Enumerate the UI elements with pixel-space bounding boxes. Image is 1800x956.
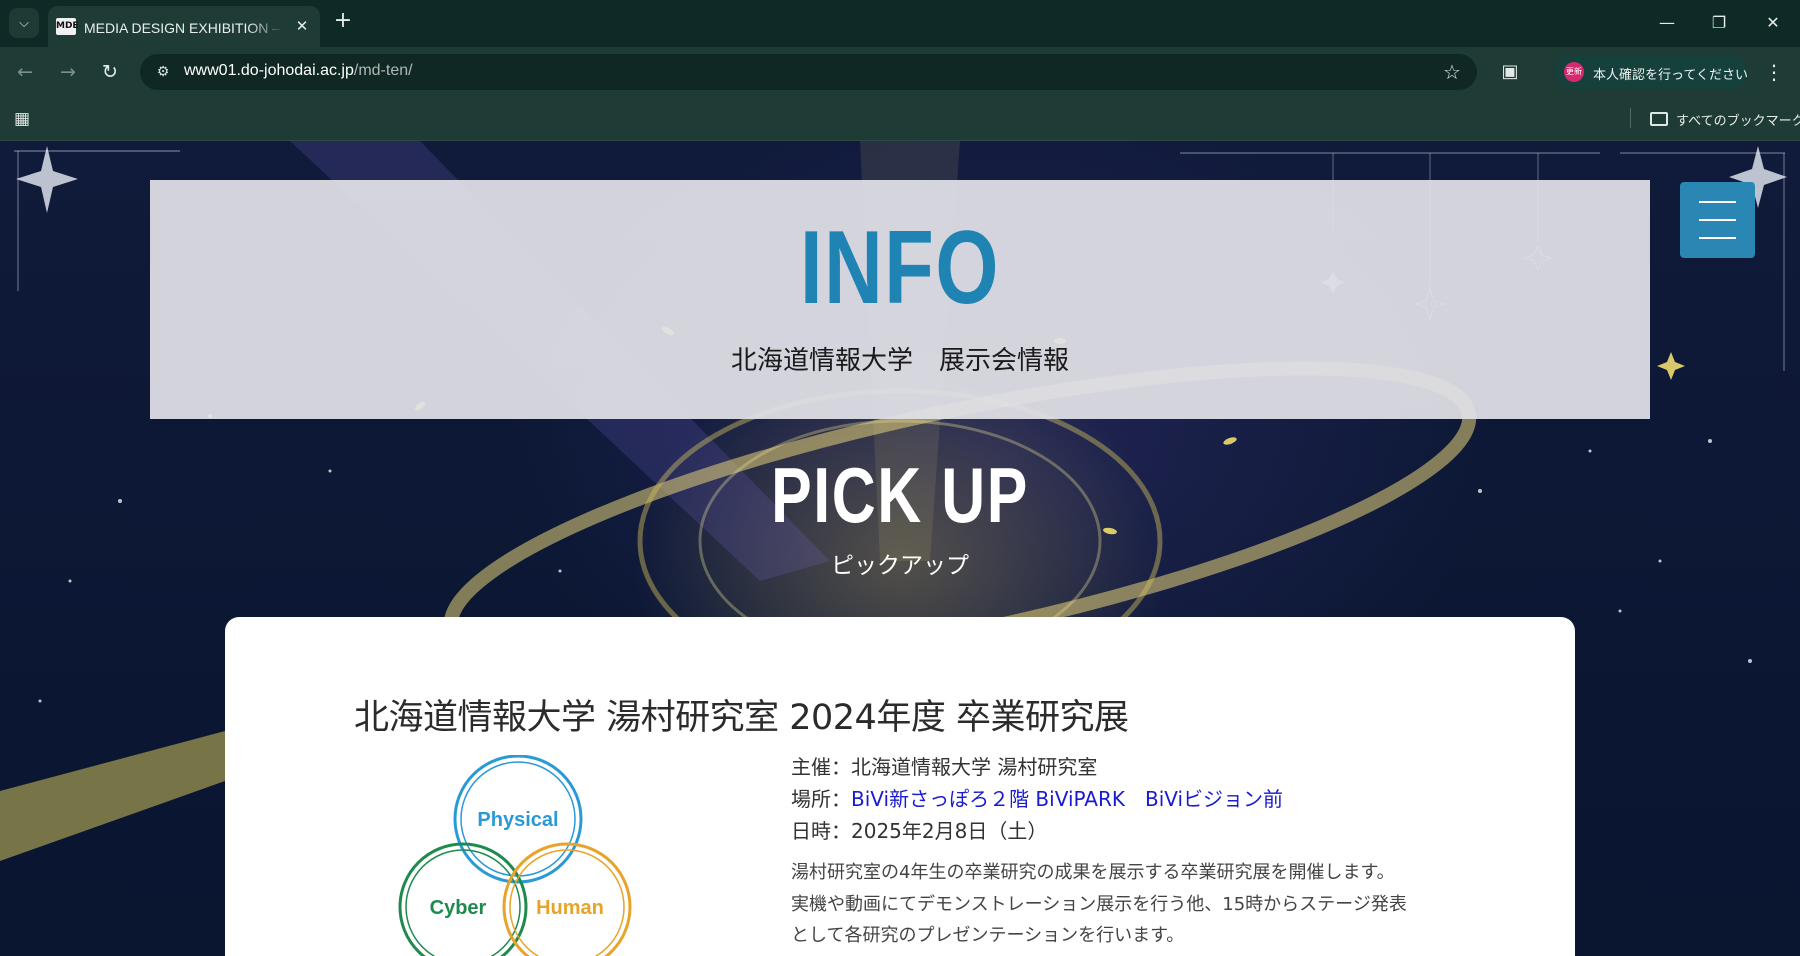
info-subheading: 北海道情報大学 展示会情報 — [730, 346, 1069, 376]
tab-search-button[interactable]: ⌵ — [9, 8, 39, 38]
detail-value: 2025年2月8日（土） — [851, 819, 1048, 843]
tab-strip: ⌵ MDE MEDIA DESIGN EXHIBITION – 北海道情報大学 … — [0, 0, 1800, 47]
url-path: /md-ten/ — [353, 62, 413, 79]
hamburger-menu-icon[interactable] — [1680, 182, 1755, 258]
site-settings-icon[interactable]: ⚙ — [152, 61, 174, 83]
detail-label: 日時： — [791, 819, 851, 843]
restore-icon[interactable]: ❐ — [1696, 8, 1742, 38]
folder-icon — [1650, 112, 1668, 126]
profile-label: 本人確認を行ってください — [1593, 68, 1748, 83]
info-heading: INFO — [799, 210, 1000, 326]
all-bookmarks-button[interactable]: すべてのブックマーク — [1650, 107, 1800, 131]
detail-organizer: 主催：北海道情報大学 湯村研究室 — [791, 751, 1491, 783]
kebab-menu-icon[interactable]: ⋮ — [1762, 58, 1786, 86]
venn-label-physical: Physical — [477, 809, 558, 831]
new-tab-button[interactable]: + — [330, 9, 356, 35]
tab-title: MEDIA DESIGN EXHIBITION – 北海道情報大学 — [84, 20, 284, 36]
window-close-icon[interactable]: ✕ — [1750, 8, 1796, 38]
url-host: www01.do-johodai.ac.jp — [184, 62, 354, 79]
profile-button[interactable]: 更新 本人確認を行ってください — [1555, 55, 1748, 89]
reload-icon[interactable]: ↻ — [95, 57, 125, 87]
venn-diagram-logo: Physical Cyber Human — [398, 755, 632, 956]
event-details: 主催：北海道情報大学 湯村研究室 場所：BiVi新さっぽろ２階 BiViPARK… — [791, 751, 1491, 952]
forward-arrow-icon[interactable]: → — [53, 57, 83, 87]
description-line: 実機や動画にてデモンストレーション展示を行う他、15時からステージ発表 — [791, 893, 1407, 915]
bookmarks-divider — [1630, 108, 1631, 128]
all-bookmarks-label: すべてのブックマーク — [1676, 113, 1800, 129]
back-arrow-icon[interactable]: ← — [10, 57, 40, 87]
avatar: 更新 — [1564, 62, 1584, 82]
detail-label: 場所： — [791, 787, 851, 811]
pickup-subheading: ピックアップ — [831, 553, 969, 579]
url-text[interactable]: www01.do-johodai.ac.jp/md-ten/ — [184, 62, 413, 80]
event-title[interactable]: 北海道情報大学 湯村研究室 2024年度 卒業研究展 — [354, 689, 1129, 740]
pickup-heading: PICK UP — [771, 451, 1029, 539]
venue-link[interactable]: BiVi新さっぽろ２階 BiViPARK BiViビジョン前 — [851, 787, 1283, 811]
description-line: として各研究のプレゼンテーションを行います。 — [791, 925, 1185, 946]
browser-toolbar: ← → ↻ ⚙ www01.do-johodai.ac.jp/md-ten/ ☆… — [0, 47, 1800, 96]
detail-venue: 場所：BiVi新さっぽろ２階 BiViPARK BiViビジョン前 — [791, 783, 1491, 815]
pickup-card[interactable]: 北海道情報大学 湯村研究室 2024年度 卒業研究展 Physical Cybe… — [225, 617, 1575, 956]
info-banner: INFO 北海道情報大学 展示会情報 — [150, 180, 1650, 419]
venn-label-human: Human — [536, 897, 604, 919]
address-bar[interactable]: ⚙ www01.do-johodai.ac.jp/md-ten/ ☆ — [140, 54, 1477, 90]
detail-label: 主催： — [791, 755, 851, 779]
tab-favicon: MDE — [56, 18, 79, 35]
bookmark-star-icon[interactable]: ☆ — [1439, 59, 1465, 85]
close-icon[interactable]: ✕ — [292, 16, 312, 36]
detail-value: 北海道情報大学 湯村研究室 — [851, 755, 1098, 779]
apps-grid-icon[interactable]: ▦ — [10, 107, 34, 131]
venn-label-cyber: Cyber — [430, 897, 487, 919]
bookmarks-bar: ▦ すべてのブックマーク — [0, 96, 1800, 141]
event-description: 湯村研究室の4年生の卒業研究の成果を展示する卒業研究展を開催します。 実機や動画… — [791, 857, 1491, 952]
minimize-icon[interactable]: — — [1644, 8, 1690, 38]
detail-date: 日時：2025年2月8日（土） — [791, 815, 1491, 847]
page-viewport: INFO 北海道情報大学 展示会情報 PICK UP ピックアップ 北海道情報大… — [0, 141, 1800, 956]
extensions-puzzle-icon[interactable]: ▣ — [1495, 57, 1525, 87]
tab-active[interactable]: MDE MEDIA DESIGN EXHIBITION – 北海道情報大学 ✕ — [48, 6, 320, 47]
description-line: 湯村研究室の4年生の卒業研究の成果を展示する卒業研究展を開催します。 — [791, 862, 1395, 883]
